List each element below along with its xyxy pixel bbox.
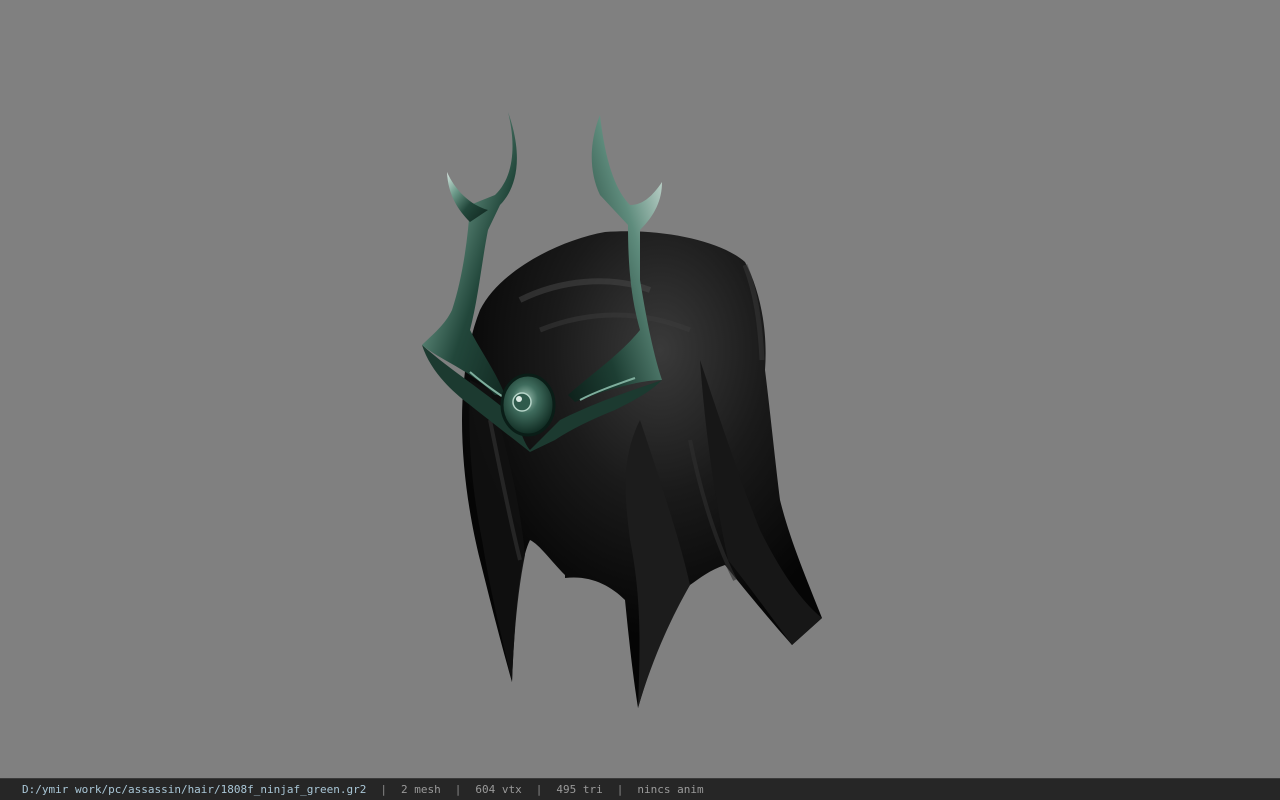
status-separator: | (535, 783, 543, 796)
model-viewport[interactable] (0, 0, 1280, 778)
file-path: D:/ymir work/pc/assassin/hair/1808f_ninj… (22, 783, 367, 796)
status-separator: | (616, 783, 624, 796)
mesh-count: 2 mesh (401, 783, 441, 796)
status-bar: D:/ymir work/pc/assassin/hair/1808f_ninj… (0, 778, 1280, 800)
status-separator: | (454, 783, 462, 796)
hair-model-render[interactable] (0, 0, 1280, 778)
animation-status: nincs anim (637, 783, 704, 796)
status-separator: | (380, 783, 387, 796)
vertex-count: 604 vtx (475, 783, 522, 796)
triangle-count: 495 tri (556, 783, 603, 796)
